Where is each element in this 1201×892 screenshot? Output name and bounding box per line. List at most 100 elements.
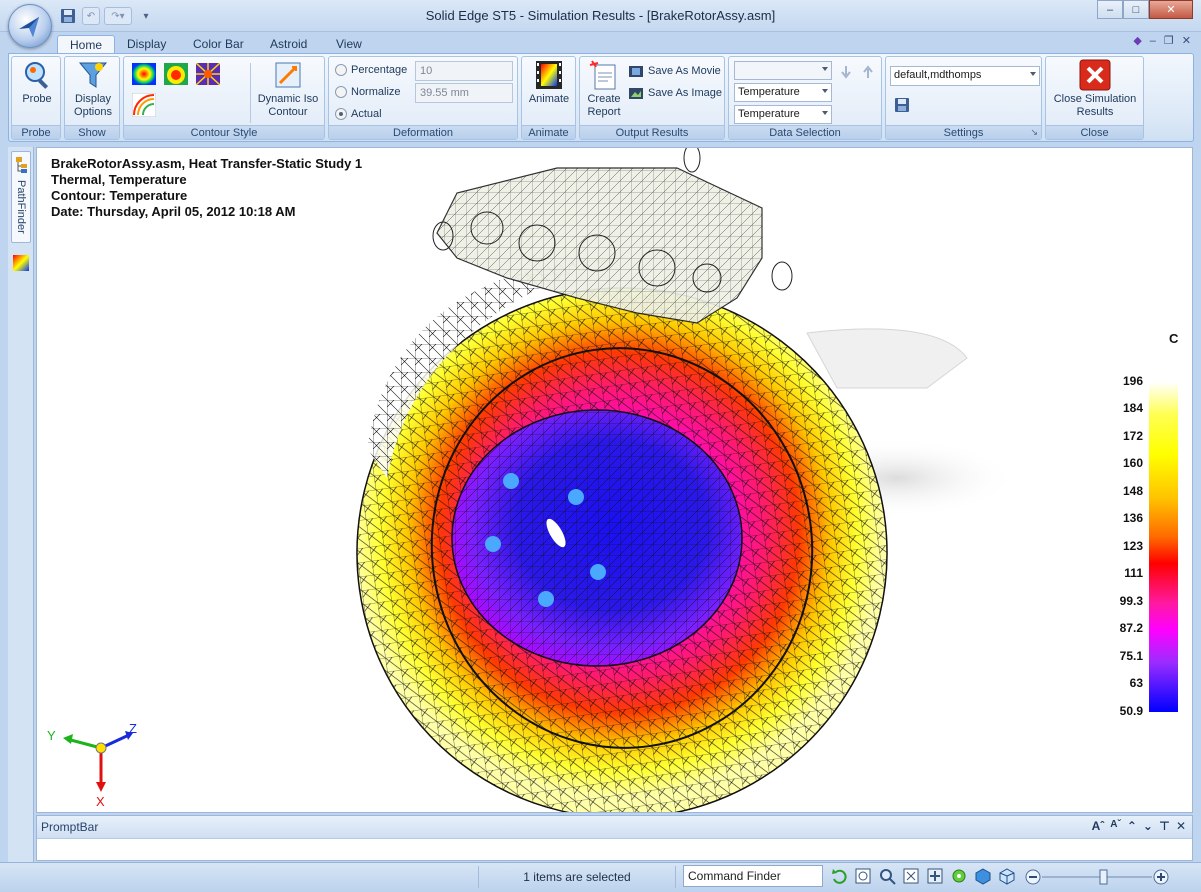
ribbon: Probe Probe Display Options Show Dynamic… bbox=[8, 53, 1194, 142]
normalize-option[interactable]: Normalize bbox=[335, 86, 401, 98]
fit-icon[interactable] bbox=[902, 867, 920, 885]
font-size-up-icon[interactable]: Aˆ bbox=[1092, 819, 1105, 833]
close-red-x-icon bbox=[1079, 59, 1111, 91]
legend-label: 148 bbox=[1122, 484, 1143, 498]
group-probe: Probe Probe bbox=[11, 56, 61, 140]
doc-restore-icon[interactable]: ❐ bbox=[1164, 34, 1174, 47]
data-type-dropdown[interactable]: Temperature bbox=[734, 83, 832, 102]
probe-button[interactable]: Probe bbox=[17, 59, 57, 106]
help-icon[interactable]: ◆ bbox=[1133, 34, 1141, 47]
group-contour-style: Dynamic Iso Contour Contour Style bbox=[123, 56, 325, 140]
legend-label: 136 bbox=[1122, 511, 1143, 525]
brake-rotor-model[interactable] bbox=[37, 148, 1193, 813]
display-options-button[interactable]: Display Options bbox=[69, 59, 117, 119]
group-output-results: Create Report Save As Movie Save As Imag… bbox=[579, 56, 725, 140]
percentage-option[interactable]: Percentage bbox=[335, 64, 407, 76]
results-tab-icon[interactable] bbox=[13, 255, 29, 271]
minimize-button[interactable]: – bbox=[1097, 0, 1123, 19]
application-button[interactable] bbox=[8, 4, 52, 48]
wireframe-view-icon[interactable] bbox=[998, 867, 1016, 885]
graphics-window[interactable]: BrakeRotorAssy.asm, Heat Transfer-Static… bbox=[36, 147, 1193, 813]
tab-color-bar[interactable]: Color Bar bbox=[181, 35, 256, 54]
zoom-area-icon[interactable] bbox=[854, 867, 872, 885]
funnel-icon bbox=[78, 62, 108, 88]
legend-label: 184 bbox=[1122, 401, 1143, 415]
actual-option[interactable]: Actual bbox=[335, 108, 382, 120]
contour-iso-lines-icon[interactable] bbox=[132, 93, 156, 117]
group-label-settings: Settings bbox=[886, 125, 1041, 139]
data-component-dropdown[interactable]: Temperature bbox=[734, 105, 832, 124]
rotate-icon[interactable] bbox=[950, 867, 968, 885]
save-as-image-button[interactable]: Save As Image bbox=[628, 85, 722, 101]
ribbon-window-controls: ◆ – ❐ ✕ bbox=[1133, 34, 1191, 48]
zoom-slider[interactable] bbox=[1024, 868, 1170, 886]
percentage-field[interactable]: 10 bbox=[415, 61, 513, 81]
close-prompt-icon[interactable]: ✕ bbox=[1176, 819, 1186, 833]
zoom-icon[interactable] bbox=[878, 867, 896, 885]
pin-icon[interactable]: ⊤ bbox=[1159, 819, 1170, 833]
doc-close-icon[interactable]: ✕ bbox=[1182, 34, 1191, 47]
legend-label: 160 bbox=[1122, 456, 1143, 470]
arrow-up-icon[interactable] bbox=[862, 65, 874, 79]
tab-display[interactable]: Display bbox=[115, 35, 178, 54]
tab-astroid[interactable]: Astroid bbox=[258, 35, 319, 54]
normalize-field[interactable]: 39.55 mm bbox=[415, 83, 513, 103]
collapse-icon[interactable]: ⌃ bbox=[1127, 819, 1137, 833]
group-label-contour-style: Contour Style bbox=[124, 125, 324, 139]
close-simulation-results-button[interactable]: Close Simulation Results bbox=[1048, 59, 1142, 119]
coordinate-triad[interactable]: Y Z X bbox=[43, 718, 153, 810]
close-window-button[interactable]: ✕ bbox=[1149, 0, 1193, 19]
save-as-movie-button[interactable]: Save As Movie bbox=[628, 63, 721, 79]
report-icon bbox=[589, 60, 616, 90]
result-type-dropdown[interactable] bbox=[734, 61, 832, 80]
group-settings: default,mdthomps Settings ↘ bbox=[885, 56, 1042, 140]
image-icon bbox=[629, 88, 643, 99]
pin-down-icon[interactable]: ⌄ bbox=[1143, 819, 1153, 833]
arrow-down-icon[interactable] bbox=[840, 65, 852, 79]
solid-edge-logo-icon bbox=[19, 17, 39, 37]
font-size-down-icon[interactable]: Aˇ bbox=[1110, 819, 1121, 833]
animate-button[interactable]: Animate bbox=[525, 59, 573, 106]
group-data-selection: Temperature Temperature Data Selection bbox=[728, 56, 882, 140]
separator bbox=[250, 63, 251, 123]
axis-x-label: X bbox=[96, 794, 105, 809]
shaded-view-icon[interactable] bbox=[974, 867, 992, 885]
legend-label: 99.3 bbox=[1119, 594, 1143, 608]
create-report-button[interactable]: Create Report bbox=[583, 59, 625, 119]
pan-icon[interactable] bbox=[926, 867, 944, 885]
title-bar: ↶ ↷▾ ▾ Solid Edge ST5 - Simulation Resul… bbox=[0, 0, 1201, 32]
normalize-radio[interactable] bbox=[335, 86, 347, 98]
contour-mesh-icon[interactable] bbox=[196, 63, 220, 85]
window-controls: – □ ✕ bbox=[1097, 0, 1193, 19]
refresh-icon[interactable] bbox=[830, 867, 848, 885]
legend-label: 75.1 bbox=[1119, 649, 1143, 663]
legend-label: 111 bbox=[1124, 566, 1143, 580]
pathfinder-tab[interactable]: PathFinder bbox=[11, 151, 31, 243]
doc-minimize-icon[interactable]: – bbox=[1150, 35, 1156, 47]
group-label-deformation: Deformation bbox=[329, 125, 517, 139]
color-legend-bar[interactable] bbox=[1149, 382, 1178, 712]
contour-smooth-icon[interactable] bbox=[132, 63, 156, 85]
command-finder-input[interactable]: Command Finder bbox=[683, 865, 823, 887]
save-settings-icon[interactable] bbox=[894, 97, 910, 113]
group-label-show: Show bbox=[65, 125, 119, 139]
maximize-button[interactable]: □ bbox=[1123, 0, 1149, 19]
movie-icon bbox=[629, 66, 643, 77]
prompt-bar: PromptBar Aˆ Aˇ ⌃ ⌄ ⊤ ✕ bbox=[36, 815, 1193, 861]
tab-home[interactable]: Home bbox=[57, 35, 116, 54]
dynamic-iso-contour-button[interactable]: Dynamic Iso Contour bbox=[254, 59, 322, 119]
dialog-launcher-icon[interactable]: ↘ bbox=[1030, 127, 1038, 138]
legend-label: 196 bbox=[1122, 374, 1143, 388]
axis-y-label: Y bbox=[47, 728, 56, 743]
contour-banded-icon[interactable] bbox=[164, 63, 188, 85]
window-title: Solid Edge ST5 - Simulation Results - [B… bbox=[425, 8, 776, 23]
group-label-animate: Animate bbox=[522, 125, 575, 139]
tab-view[interactable]: View bbox=[324, 35, 374, 54]
settings-dropdown[interactable]: default,mdthomps bbox=[890, 66, 1040, 86]
group-label-output-results: Output Results bbox=[580, 125, 724, 139]
pathfinder-icon bbox=[16, 157, 27, 173]
group-label-probe: Probe bbox=[12, 125, 60, 139]
actual-radio[interactable] bbox=[335, 108, 347, 120]
percentage-radio[interactable] bbox=[335, 64, 347, 76]
axis-z-label: Z bbox=[129, 721, 137, 736]
